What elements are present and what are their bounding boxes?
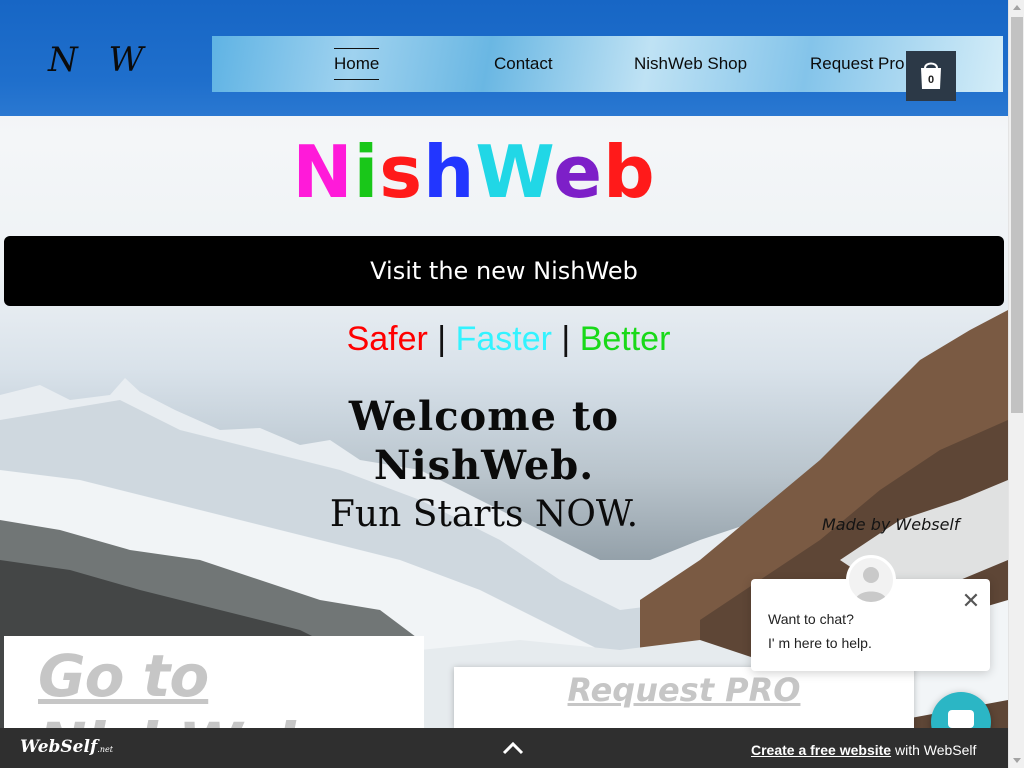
request-pro-label: Request PRO [567,671,801,709]
user-avatar-icon [846,555,896,605]
nav-item-home[interactable]: Home [334,36,380,92]
tagline: Safer | Faster | Better [0,320,1017,359]
tagline-segment: Better [579,320,671,358]
made-by-webself-link[interactable]: Made by Webself [822,515,959,534]
scroll-up-arrow-icon[interactable] [1009,0,1024,16]
nav-item-request-pro[interactable]: Request Pro [810,36,905,92]
scrollbar-thumb[interactable] [1011,17,1023,413]
site-logo[interactable]: N W [48,40,154,80]
tagline-segment: Safer [346,320,428,358]
welcome-line-2: NishWeb. [373,442,595,489]
visit-new-nishweb-button[interactable]: Visit the new NishWeb [4,236,1004,306]
brand-letter: e [553,130,604,214]
scroll-down-arrow-icon[interactable] [1009,752,1024,768]
create-website-cta: Create a free website with WebSelf [751,742,976,758]
tagline-segment: | [551,320,580,358]
cart-count-badge: 0 [927,74,935,86]
chat-close-icon[interactable]: ✕ [959,589,983,613]
brand-letter: s [379,130,424,214]
tagline-segment: | [427,320,456,358]
site-header: N W Home Contact NishWeb Shop Request Pr… [0,0,1008,116]
main-navigation: Home Contact NishWeb Shop Request Pro [212,36,1003,92]
chat-message-line-2: I' m here to help. [768,635,872,651]
chat-message-line-1: Want to chat? [768,611,854,627]
brand-title: NishWeb [0,130,948,214]
welcome-line-1: Welcome to [348,393,620,440]
request-pro-card[interactable]: Request PRO [454,667,914,728]
brand-letter: h [423,130,476,214]
nav-item-contact[interactable]: Contact [494,36,553,92]
cart-button[interactable]: 0 [906,51,956,101]
webself-logo-text: WebSelf [20,737,98,757]
brand-letter: i [353,130,380,214]
cta-suffix: with WebSelf [891,742,977,758]
webself-logo-suffix: .net [97,745,113,754]
vertical-scrollbar[interactable] [1008,0,1024,768]
webself-logo[interactable]: WebSelf.net [20,737,113,757]
nav-item-nishweb-shop[interactable]: NishWeb Shop [634,36,747,92]
tagline-segment: Faster [455,320,552,358]
brand-letter: b [603,130,656,214]
go-to-nishweb-card[interactable]: Go to NishWeb [4,636,424,768]
create-free-website-link[interactable]: Create a free website [751,742,891,758]
chevron-up-icon[interactable] [502,740,524,756]
webself-footer-bar: WebSelf.net Create a free website with W… [0,728,1008,768]
brand-letter: W [475,130,554,214]
brand-letter: N [292,130,354,214]
